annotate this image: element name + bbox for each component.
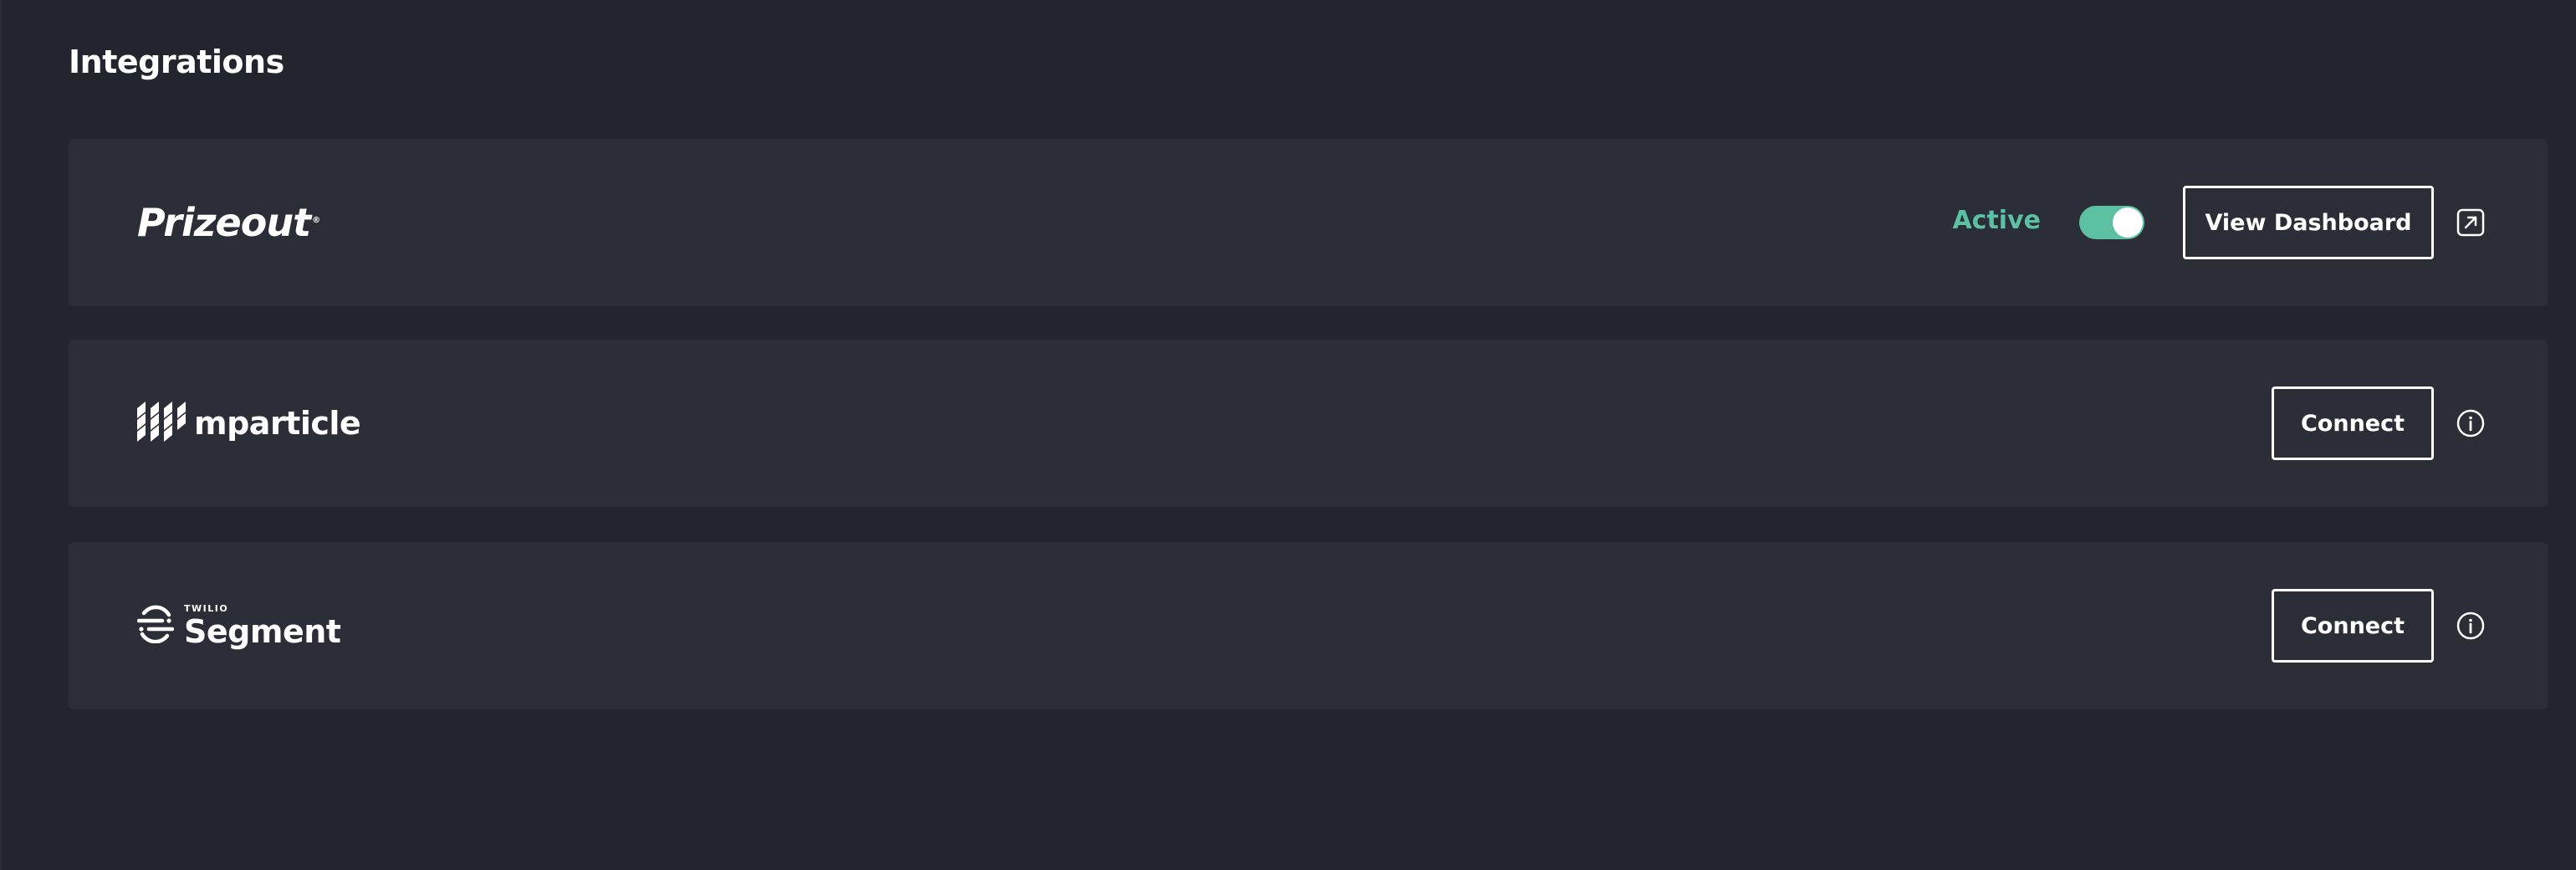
integration-card-mparticle: mparticle Connect [69, 340, 2548, 507]
toggle-knob [2113, 207, 2143, 238]
mparticle-actions: Connect [2272, 340, 2486, 507]
mparticle-logo-icon [137, 402, 186, 445]
external-link-icon[interactable] [2456, 207, 2486, 238]
info-icon[interactable] [2456, 408, 2486, 438]
prizeout-logo-text: Prizeout ® [137, 200, 320, 245]
page-title: Integrations [69, 44, 284, 80]
segment-logo: TWILIO Segment [136, 542, 341, 709]
prizeout-logo: Prizeout ® [137, 139, 320, 306]
integration-card-prizeout: Prizeout ® Active View Dashboard [69, 139, 2548, 306]
mparticle-connect-button[interactable]: Connect [2272, 386, 2434, 460]
registered-mark: ® [312, 215, 320, 225]
integration-card-segment: TWILIO Segment Connect [69, 542, 2548, 709]
segment-logo-sup: TWILIO [184, 603, 229, 614]
status-active-label: Active [1952, 205, 2041, 235]
prizeout-actions: Active View Dashboard [1952, 139, 2486, 306]
segment-logo-text-group: TWILIO Segment [184, 603, 341, 650]
mparticle-logo-text: mparticle [194, 405, 361, 442]
left-border [0, 0, 2, 870]
segment-logo-text: Segment [184, 613, 341, 650]
info-icon[interactable] [2456, 611, 2486, 641]
mparticle-logo: mparticle [137, 340, 361, 507]
view-dashboard-button[interactable]: View Dashboard [2183, 186, 2434, 259]
segment-connect-button[interactable]: Connect [2272, 589, 2434, 663]
segment-logo-icon [136, 605, 175, 647]
prizeout-active-toggle[interactable] [2079, 206, 2144, 239]
prizeout-logo-wordmark: Prizeout [137, 200, 311, 245]
segment-actions: Connect [2272, 542, 2486, 709]
